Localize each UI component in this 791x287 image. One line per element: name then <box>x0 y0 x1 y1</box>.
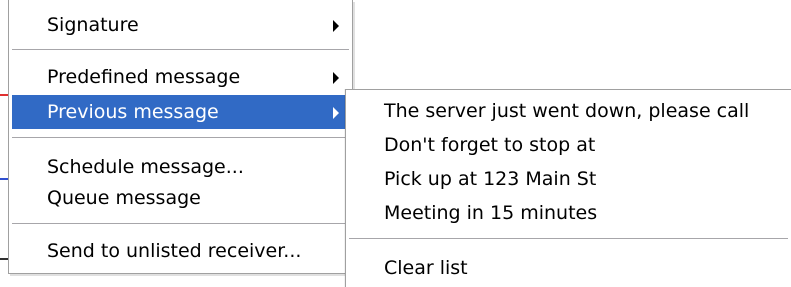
context-menu: Signature Predefined message Previous me… <box>8 0 353 274</box>
menu-separator <box>349 238 788 240</box>
menu-item-label: Predefined message <box>47 66 241 88</box>
menu-separator <box>12 137 349 139</box>
background-window-edge <box>0 178 8 180</box>
submenu-arrow-icon <box>333 20 339 32</box>
menu-item-signature[interactable]: Signature <box>12 8 349 42</box>
menu-item-queue-message[interactable]: Queue message <box>12 181 349 215</box>
submenu-item-label: Pick up at 123 Main St <box>384 168 597 190</box>
background-window-edge <box>0 258 8 260</box>
previous-message-submenu: The server just went down, please call D… <box>345 89 791 287</box>
menu-item-predefined-message[interactable]: Predefined message <box>12 60 349 94</box>
submenu-item-previous-1[interactable]: The server just went down, please call <box>349 94 788 128</box>
menu-item-label: Send to unlisted receiver... <box>47 240 302 262</box>
menu-item-previous-message[interactable]: Previous message <box>12 95 349 129</box>
menu-item-label: Signature <box>47 14 139 36</box>
submenu-item-label: The server just went down, please call <box>384 100 750 122</box>
submenu-item-label: Meeting in 15 minutes <box>384 202 598 224</box>
submenu-arrow-icon <box>333 107 339 119</box>
menu-item-schedule-message[interactable]: Schedule message... <box>12 150 349 184</box>
menu-item-label: Previous message <box>47 101 219 123</box>
menu-item-label: Schedule message... <box>47 156 244 178</box>
submenu-item-label: Don't forget to stop at <box>384 134 596 156</box>
submenu-item-previous-4[interactable]: Meeting in 15 minutes <box>349 196 788 230</box>
background-window-edge <box>0 94 8 96</box>
submenu-item-previous-2[interactable]: Don't forget to stop at <box>349 128 788 162</box>
menu-separator <box>12 49 349 51</box>
submenu-arrow-icon <box>333 72 339 84</box>
menu-separator <box>12 223 349 225</box>
submenu-item-previous-3[interactable]: Pick up at 123 Main St <box>349 162 788 196</box>
submenu-item-label: Clear list <box>384 257 468 279</box>
menu-item-send-to-unlisted-receiver[interactable]: Send to unlisted receiver... <box>12 234 349 268</box>
submenu-item-clear-list[interactable]: Clear list <box>349 251 788 285</box>
menu-item-label: Queue message <box>47 187 201 209</box>
